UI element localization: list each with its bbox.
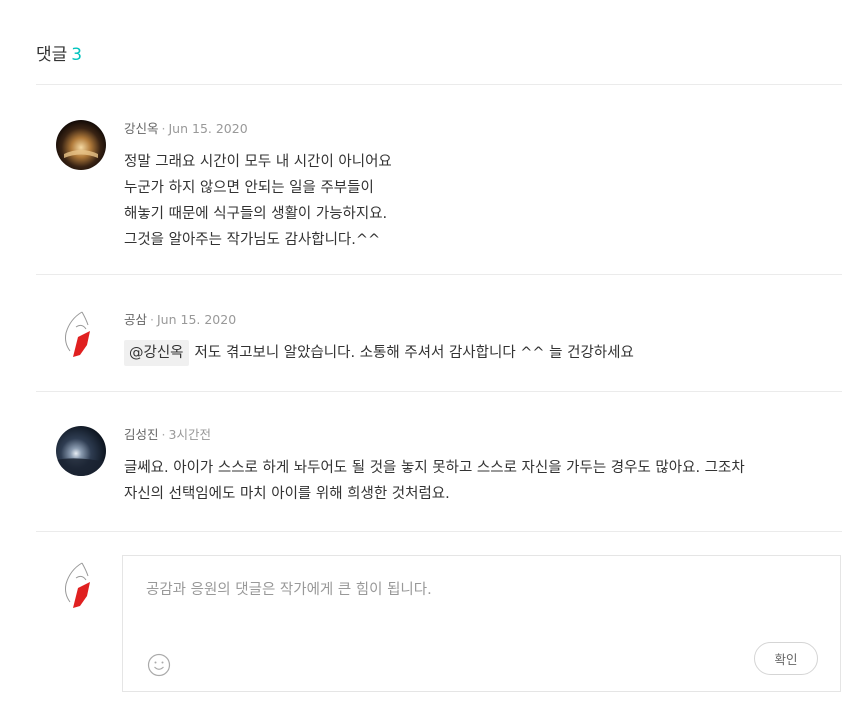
comment-author[interactable]: 강신옥: [124, 121, 159, 136]
comments-header: 댓글 3: [36, 40, 82, 65]
comment-text: @강신옥 저도 겪고보니 알았습니다. 소통해 주셔서 감사합니다 ^^ 늘 건강…: [124, 340, 842, 366]
divider: [36, 391, 842, 392]
avatar[interactable]: [56, 309, 106, 359]
comment-author[interactable]: 김성진: [124, 427, 159, 442]
comments-title: 댓글: [36, 45, 68, 65]
comments-count: 3: [71, 45, 83, 65]
comment-line: 누군가 하지 않으면 안되는 일을 주부들이: [124, 180, 374, 196]
divider: [36, 84, 842, 85]
comment-date: Jun 15. 2020: [168, 121, 248, 136]
comment-line: 자신의 선택임에도 마치 아이를 위해 희생한 것처럼요.: [124, 486, 450, 502]
comment-date: Jun 15. 2020: [157, 312, 237, 327]
comment-line: 글쎄요. 아이가 스스로 하게 놔두어도 될 것을 놓지 못하고 스스로 자신을…: [124, 460, 745, 476]
divider: [36, 531, 842, 532]
comment-input[interactable]: 공감과 응원의 댓글은 작가에게 큰 힘이 됩니다. 확인: [122, 555, 841, 692]
smiley-icon[interactable]: [147, 653, 171, 677]
avatar[interactable]: [56, 120, 106, 170]
comment-placeholder: 공감과 응원의 댓글은 작가에게 큰 힘이 됩니다.: [146, 582, 432, 598]
comment-text: 글쎄요. 아이가 스스로 하게 놔두어도 될 것을 놓지 못하고 스스로 자신을…: [124, 455, 842, 507]
current-user-avatar: [56, 560, 106, 610]
comment-author[interactable]: 공삼: [124, 312, 147, 327]
comment-text: 정말 그래요 시간이 모두 내 시간이 아니어요 누군가 하지 않으면 안되는 …: [124, 149, 842, 253]
divider: [36, 274, 842, 275]
mention-tag[interactable]: @강신옥: [124, 340, 189, 366]
submit-button[interactable]: 확인: [754, 642, 818, 675]
comment-line: 해놓기 때문에 식구들의 생활이 가능하지요.: [124, 206, 388, 222]
comment-line: 그것을 알아주는 작가님도 감사합니다.^^: [124, 232, 381, 248]
comment-date: 3시간전: [168, 427, 211, 442]
avatar[interactable]: [56, 426, 106, 476]
comment-line: 정말 그래요 시간이 모두 내 시간이 아니어요: [124, 154, 392, 170]
comment-line: 저도 겪고보니 알았습니다. 소통해 주셔서 감사합니다 ^^ 늘 건강하세요: [194, 345, 634, 361]
